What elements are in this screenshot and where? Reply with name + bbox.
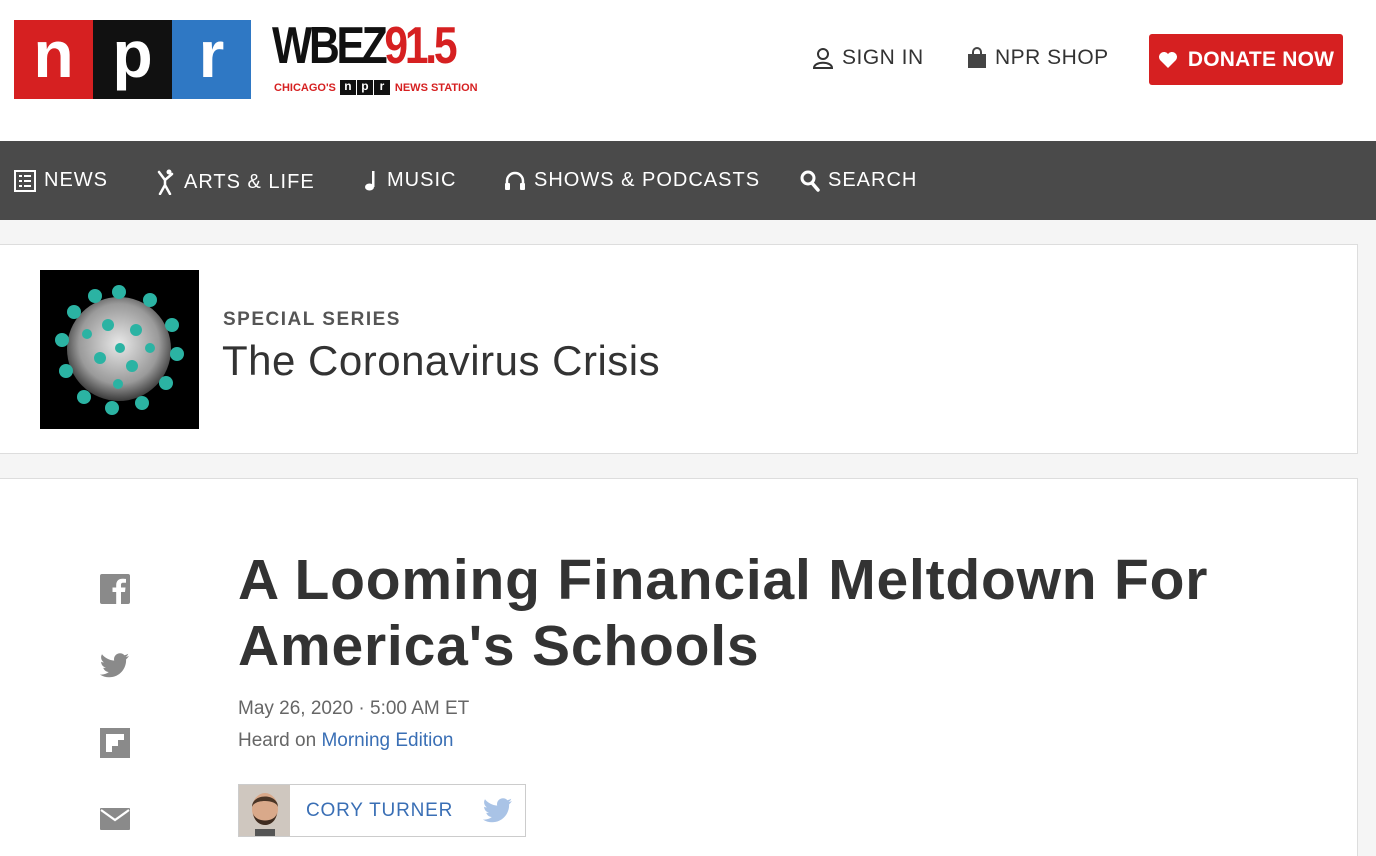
share-facebook[interactable] — [99, 573, 131, 605]
user-icon — [812, 48, 834, 69]
arts-icon — [157, 169, 174, 195]
article-card: A Looming Financial Meltdown For America… — [0, 478, 1358, 856]
npr-logo-n: n — [14, 20, 93, 99]
callsign-letters: WBEZ — [272, 17, 388, 75]
nav-shows-podcasts[interactable]: SHOWS & PODCASTS — [504, 169, 760, 192]
author-avatar — [239, 785, 290, 836]
station-callsign: WBEZ91.5 — [272, 17, 458, 75]
nav-arts-label: ARTS & LIFE — [184, 170, 315, 193]
headphones-icon — [505, 171, 525, 190]
station-tagline: CHICAGO'S n p r NEWS STATION — [274, 80, 478, 95]
donate-label: DONATE NOW — [1187, 47, 1335, 71]
share-email[interactable] — [99, 803, 131, 835]
nav-search[interactable]: SEARCH — [800, 169, 917, 192]
author-twitter-icon[interactable] — [483, 798, 513, 824]
article-dateline: May 26, 2020 · 5:00 AM ET — [238, 698, 470, 719]
share-twitter[interactable] — [99, 650, 131, 682]
sign-in-link[interactable]: SIGN IN — [812, 46, 924, 70]
nav-shows-label: SHOWS & PODCASTS — [534, 169, 761, 191]
shopping-bag-icon — [968, 47, 986, 68]
mini-logo-p: p — [356, 80, 373, 95]
twitter-icon — [100, 653, 129, 678]
coronavirus-image — [40, 270, 199, 429]
nav-arts-life[interactable]: ARTS & LIFE — [156, 169, 315, 195]
heart-icon — [1158, 51, 1177, 68]
news-icon — [14, 169, 36, 192]
facebook-icon — [100, 574, 130, 604]
nav-news[interactable]: NEWS — [14, 169, 108, 192]
series-title[interactable]: The Coronavirus Crisis — [222, 337, 660, 385]
nav-music-label: MUSIC — [387, 169, 457, 191]
nav-news-label: NEWS — [44, 169, 108, 191]
search-icon — [800, 170, 820, 192]
flipboard-icon — [100, 728, 130, 758]
mini-logo-n: n — [339, 80, 356, 95]
nav-music[interactable]: MUSIC — [363, 169, 456, 192]
author-byline[interactable]: CORY TURNER — [238, 784, 526, 837]
npr-logo[interactable]: n p r — [14, 20, 251, 99]
music-note-icon — [365, 170, 375, 190]
special-series-card[interactable]: SPECIAL SERIES The Coronavirus Crisis — [0, 244, 1358, 454]
npr-logo-p: p — [93, 20, 172, 99]
callsign-frequency: 91.5 — [384, 17, 457, 75]
npr-shop-link[interactable]: NPR SHOP — [967, 46, 1109, 70]
main-nav: NEWS ARTS & LIFE MUSIC SHOWS & PODCASTS … — [0, 141, 1376, 220]
sign-in-label: SIGN IN — [842, 46, 924, 69]
tagline-right: NEWS STATION — [394, 81, 478, 94]
author-name[interactable]: CORY TURNER — [306, 800, 453, 822]
program-link[interactable]: Morning Edition — [321, 730, 453, 751]
mini-npr-logo: n p r — [339, 80, 391, 95]
email-icon — [100, 808, 130, 830]
nav-search-label: SEARCH — [828, 169, 918, 191]
heard-on: Heard on Morning Edition — [238, 730, 453, 752]
heard-on-prefix: Heard on — [238, 730, 322, 751]
site-header: n p r WBEZ91.5 CHICAGO'S n p r NEWS STAT… — [0, 0, 1376, 141]
article-headline: A Looming Financial Meltdown For America… — [238, 548, 1209, 678]
station-logo[interactable]: WBEZ91.5 CHICAGO'S n p r NEWS STATION — [272, 17, 478, 100]
npr-logo-r: r — [172, 20, 251, 99]
shop-label: NPR SHOP — [995, 46, 1109, 69]
series-kicker: SPECIAL SERIES — [223, 309, 401, 330]
tagline-left: CHICAGO'S — [274, 81, 336, 94]
mini-logo-r: r — [373, 80, 390, 95]
donate-button[interactable]: DONATE NOW — [1149, 34, 1343, 85]
share-flipboard[interactable] — [99, 727, 131, 759]
